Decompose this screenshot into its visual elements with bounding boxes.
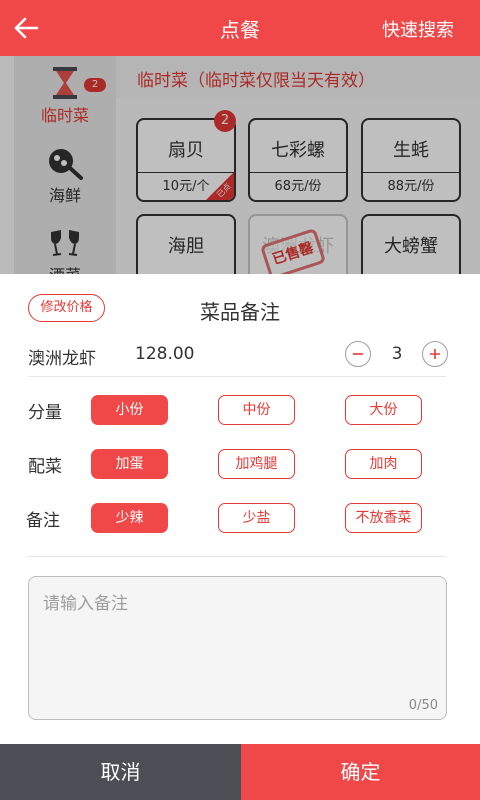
plus-icon: [430, 349, 440, 359]
sheet-title: 菜品备注: [200, 300, 280, 324]
side-option-egg[interactable]: 加蛋: [91, 449, 168, 479]
portion-option-large[interactable]: 大份: [345, 395, 422, 425]
note-char-counter: 0/50: [408, 698, 438, 713]
side-option-drumstick[interactable]: 加鸡腿: [218, 449, 295, 479]
increase-quantity-button[interactable]: [422, 341, 448, 367]
decrease-quantity-button[interactable]: [345, 341, 371, 367]
remark-option-less-spicy[interactable]: 少辣: [91, 503, 168, 533]
top-bar: 点餐 快速搜索: [0, 0, 480, 56]
side-dish-label: 配菜: [28, 457, 62, 477]
portion-option-medium[interactable]: 中份: [218, 395, 295, 425]
divider: [28, 376, 446, 377]
note-placeholder: 请输入备注: [43, 594, 128, 614]
note-textarea[interactable]: 请输入备注 0/50: [28, 576, 447, 720]
dim-overlay[interactable]: [0, 56, 480, 274]
selected-dish-name: 澳洲龙虾: [28, 349, 96, 369]
quick-search-button[interactable]: 快速搜索: [382, 16, 454, 42]
dish-note-sheet: 修改价格 菜品备注 澳洲龙虾 128.00 3 分量 小份 中份 大份 配菜 加…: [0, 274, 480, 744]
minus-icon: [353, 353, 363, 355]
remark-option-no-cilantro[interactable]: 不放香菜: [345, 503, 422, 533]
confirm-button[interactable]: 确定: [241, 744, 480, 800]
portion-option-small[interactable]: 小份: [91, 395, 168, 425]
cancel-button[interactable]: 取消: [0, 744, 241, 800]
side-option-meat[interactable]: 加肉: [345, 449, 422, 479]
portion-label: 分量: [28, 403, 62, 423]
quantity-value: 3: [391, 344, 403, 364]
selected-dish-price: 128.00: [135, 344, 195, 364]
divider: [28, 556, 446, 557]
remark-option-less-salt[interactable]: 少盐: [218, 503, 295, 533]
remark-label: 备注: [26, 511, 60, 531]
